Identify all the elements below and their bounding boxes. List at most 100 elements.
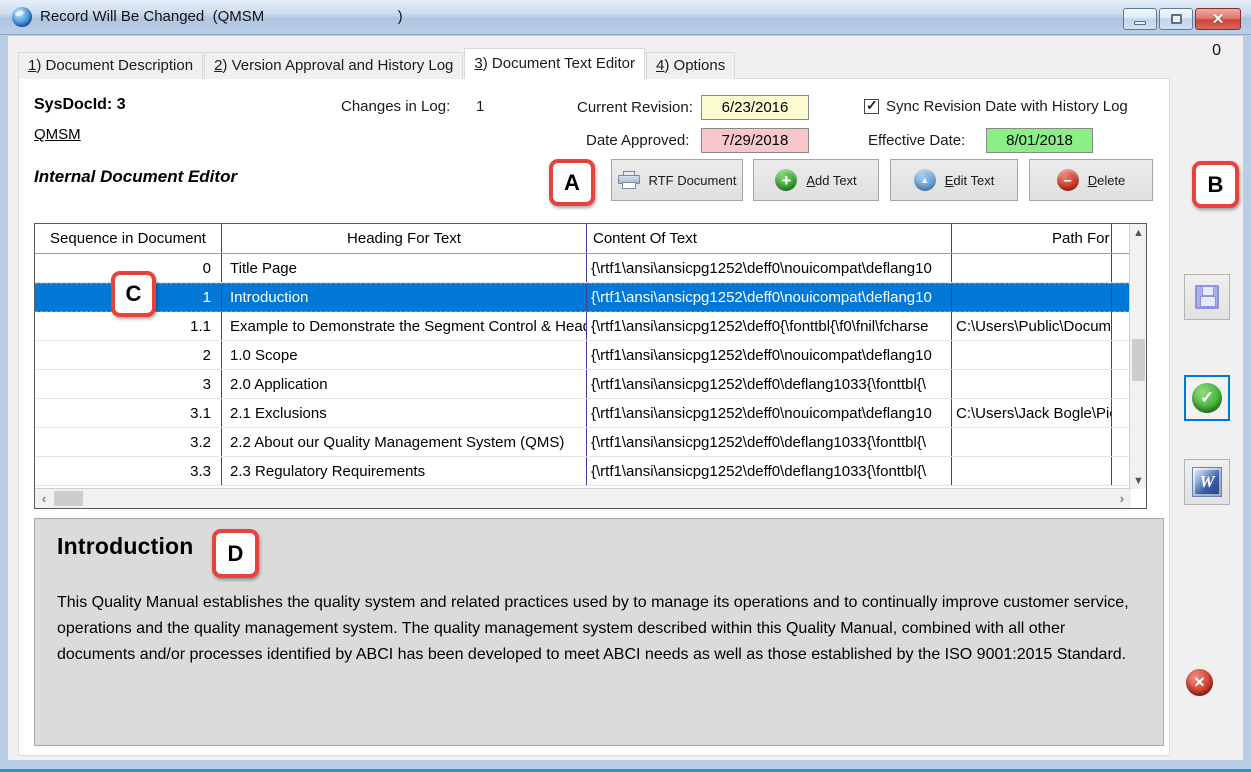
horizontal-scrollbar[interactable]: ‹ › [35, 488, 1131, 508]
column-header-sequence[interactable]: Sequence in Document [35, 224, 222, 253]
callout-badge-c: C [111, 271, 156, 317]
current-revision-input[interactable]: 6/23/2016 [701, 95, 809, 120]
cell-heading: Example to Demonstrate the Segment Contr… [222, 312, 587, 340]
cell-path: C:\Users\Public\Document [952, 312, 1112, 340]
cell-content: {\rtf1\ansi\ansicpg1252\deff0\deflang103… [587, 457, 952, 485]
column-header-path[interactable]: Path For Tra [952, 224, 1112, 253]
cell-path [952, 341, 1112, 369]
rtf-document-button[interactable]: RTF Document [611, 159, 743, 201]
table-row[interactable]: 3.1 2.1 Exclusions {\rtf1\ansi\ansicpg12… [35, 399, 1146, 428]
effective-date-label: Effective Date: [868, 132, 965, 149]
add-text-button[interactable]: + Add Text [753, 159, 879, 201]
export-word-button[interactable]: W [1184, 459, 1230, 505]
maximize-icon [1171, 14, 1182, 24]
scroll-left-icon[interactable]: ‹ [35, 489, 53, 508]
cell-heading: Introduction [222, 284, 587, 311]
cell-sequence: 3.3 [35, 457, 222, 485]
cell-sequence: 3 [35, 370, 222, 398]
sysdocid-field: SysDocId: 3 [34, 96, 126, 114]
cell-heading: Title Page [222, 254, 587, 282]
table-row[interactable]: 2 1.0 Scope {\rtf1\ansi\ansicpg1252\deff… [35, 341, 1146, 370]
ok-confirm-button[interactable]: ✓ [1184, 375, 1230, 421]
edit-text-label: Edit Text [945, 173, 995, 188]
changes-in-log-label: Changes in Log: [341, 98, 450, 115]
window-title: Record Will Be Changed (QMSM ) [40, 8, 403, 25]
cancel-button[interactable]: ✕ [1186, 669, 1213, 696]
cell-heading: 1.0 Scope [222, 341, 587, 369]
app-window: Record Will Be Changed (QMSM ) ✕ 0 1) Do… [0, 0, 1251, 772]
cell-content: {\rtf1\ansi\ansicpg1252\deff0\nouicompat… [587, 284, 952, 311]
sysdocid-value: 3 [117, 96, 126, 113]
internal-document-editor-title: Internal Document Editor [34, 167, 237, 187]
tab-label: ) Document Description [36, 57, 193, 74]
date-approved-input[interactable]: 7/29/2018 [701, 128, 809, 153]
cell-heading: 2.0 Application [222, 370, 587, 398]
maximize-button[interactable] [1159, 8, 1193, 30]
cell-sequence: 2 [35, 341, 222, 369]
sync-revision-checkbox[interactable] [864, 99, 879, 114]
callout-badge-d: D [212, 529, 259, 578]
minimize-button[interactable] [1123, 8, 1157, 30]
green-check-icon: ✓ [1192, 383, 1222, 413]
tab-document-description[interactable]: 1) Document Description [18, 52, 203, 79]
column-header-heading[interactable]: Heading For Text [222, 224, 587, 253]
tab-document-text-editor[interactable]: 3) Document Text Editor [464, 48, 645, 79]
cell-content: {\rtf1\ansi\ansicpg1252\deff0\nouicompat… [587, 399, 952, 427]
scroll-down-icon[interactable]: ▼ [1130, 472, 1147, 489]
sysdocid-label: SysDocId [34, 96, 107, 113]
cell-path [952, 284, 1112, 311]
tab-options[interactable]: 4) Options [646, 52, 735, 79]
add-plus-icon: + [775, 169, 797, 191]
document-code-link[interactable]: QMSM [34, 126, 81, 143]
globe-app-icon [12, 7, 32, 27]
tab-number: 3 [474, 55, 482, 72]
table-row[interactable]: 0 Title Page {\rtf1\ansi\ansicpg1252\def… [35, 254, 1146, 283]
column-header-content[interactable]: Content Of Text [587, 224, 952, 253]
delete-label: Delete [1088, 173, 1126, 188]
text-preview-panel: Introduction This Quality Manual establi… [34, 518, 1164, 746]
cell-sequence: 3.1 [35, 399, 222, 427]
table-row[interactable]: 3.2 2.2 About our Quality Management Sys… [35, 428, 1146, 457]
sync-revision-label: Sync Revision Date with History Log [886, 98, 1128, 115]
save-button[interactable] [1184, 274, 1230, 320]
document-sections-grid: Sequence in Document Heading For Text Co… [34, 223, 1147, 509]
cell-sequence: 3.2 [35, 428, 222, 456]
cell-content: {\rtf1\ansi\ansicpg1252\deff0\deflang103… [587, 370, 952, 398]
client-area: 0 1) Document Description 2) Version App… [8, 36, 1243, 760]
callout-badge-a: A [549, 159, 595, 206]
add-text-label: Add Text [806, 173, 856, 188]
edit-triangle-icon: ▲ [914, 169, 936, 191]
cell-path [952, 370, 1112, 398]
edit-text-button[interactable]: ▲ Edit Text [890, 159, 1018, 201]
cell-heading: 2.1 Exclusions [222, 399, 587, 427]
cell-path: C:\Users\Jack Bogle\Pictu [952, 399, 1112, 427]
tab-label: ) Options [664, 57, 725, 74]
close-button[interactable]: ✕ [1195, 8, 1241, 30]
preview-body-text: This Quality Manual establishes the qual… [57, 590, 1141, 668]
effective-date-input[interactable]: 8/01/2018 [986, 128, 1093, 153]
callout-badge-b: B [1192, 161, 1239, 208]
table-row[interactable]: 3 2.0 Application {\rtf1\ansi\ansicpg125… [35, 370, 1146, 399]
vertical-scrollbar[interactable]: ▲ ▼ [1129, 224, 1146, 489]
cell-content: {\rtf1\ansi\ansicpg1252\deff0\nouicompat… [587, 254, 952, 282]
tab-label: ) Version Approval and History Log [222, 57, 453, 74]
title-bar: Record Will Be Changed (QMSM ) ✕ [0, 0, 1251, 35]
table-row[interactable]: 3.3 2.3 Regulatory Requirements {\rtf1\a… [35, 457, 1146, 486]
tab-version-approval-history-log[interactable]: 2) Version Approval and History Log [204, 52, 463, 79]
scroll-up-icon[interactable]: ▲ [1130, 224, 1147, 241]
table-row[interactable]: 1.1 Example to Demonstrate the Segment C… [35, 312, 1146, 341]
cell-content: {\rtf1\ansi\ansicpg1252\deff0\deflang103… [587, 428, 952, 456]
horizontal-scroll-thumb[interactable] [54, 491, 83, 506]
vertical-scroll-thumb[interactable] [1132, 339, 1145, 381]
window-controls: ✕ [1123, 8, 1241, 30]
tab-strip: 1) Document Description 2) Version Appro… [18, 48, 736, 79]
cell-heading: 2.3 Regulatory Requirements [222, 457, 587, 485]
cell-content: {\rtf1\ansi\ansicpg1252\deff0\nouicompat… [587, 341, 952, 369]
delete-button[interactable]: – Delete [1029, 159, 1153, 201]
current-revision-label: Current Revision: [577, 99, 693, 116]
sync-revision-row: Sync Revision Date with History Log [864, 98, 1128, 115]
delete-minus-icon: – [1057, 169, 1079, 191]
scroll-right-icon[interactable]: › [1113, 489, 1131, 508]
table-row-selected[interactable]: 1 Introduction {\rtf1\ansi\ansicpg1252\d… [35, 283, 1146, 312]
date-approved-label: Date Approved: [586, 132, 689, 149]
